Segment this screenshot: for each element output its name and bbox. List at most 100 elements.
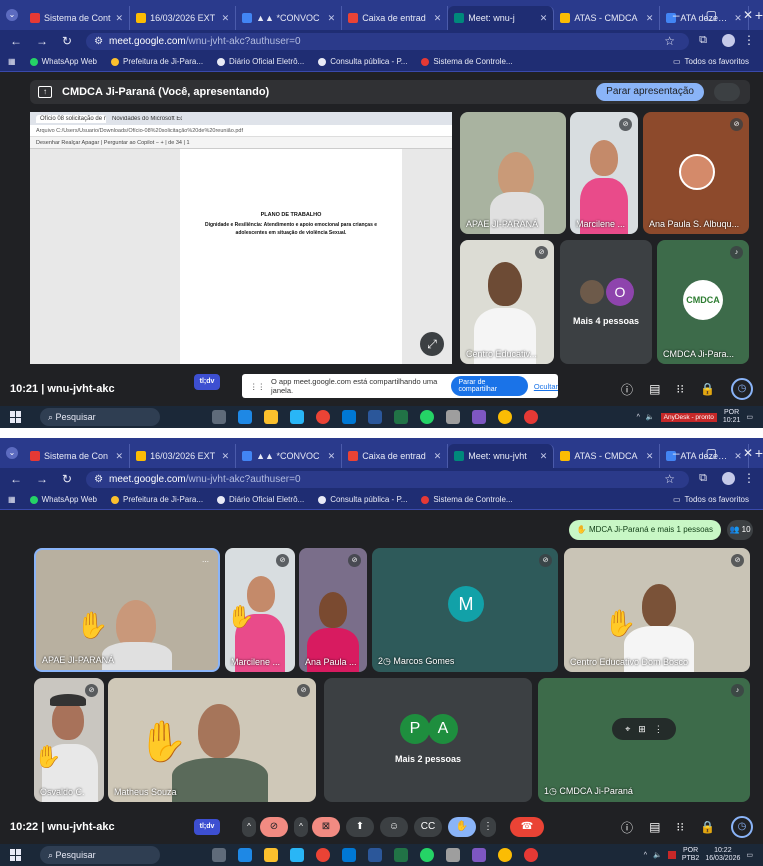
- participant-tile[interactable]: M ⊘ 2◷ Marcos Gomes: [372, 548, 558, 672]
- edge-icon[interactable]: [238, 848, 252, 862]
- back-icon[interactable]: ←: [10, 34, 22, 48]
- tray-arrow-icon[interactable]: ^: [644, 852, 647, 859]
- bookmark-item[interactable]: WhatsApp Web: [29, 495, 97, 504]
- browser-tab-active[interactable]: Meet: wnu-j ✕: [448, 6, 555, 30]
- tab-search-icon[interactable]: ⌄: [6, 447, 18, 459]
- notifications-icon[interactable]: ▭: [746, 413, 753, 421]
- taskbar-clock[interactable]: POR 10:21: [723, 409, 741, 425]
- reload-icon[interactable]: ↻: [62, 34, 72, 48]
- raise-hand-button[interactable]: ✋: [448, 817, 476, 837]
- emoji-reaction-button[interactable]: ☺: [380, 817, 408, 837]
- audio-options-chevron[interactable]: ^: [242, 817, 256, 837]
- bookmark-item[interactable]: Consulta pública - P...: [318, 57, 407, 66]
- stop-presenting-button[interactable]: Parar apresentação: [596, 83, 704, 101]
- new-tab-icon[interactable]: +: [755, 7, 763, 23]
- task-view-icon[interactable]: [212, 410, 226, 424]
- anydesk-status[interactable]: AnyDesk - pronto: [660, 412, 717, 422]
- browser-tab-active[interactable]: Meet: wnu-jvht ✕: [448, 444, 555, 468]
- forward-icon[interactable]: →: [36, 34, 48, 48]
- participant-tile[interactable]: CMDCA ♪ CMDCA Ji-Para...: [657, 240, 749, 364]
- activities-icon[interactable]: ⁝⁝: [676, 820, 684, 834]
- present-to-tile-icon[interactable]: ⊞: [638, 724, 646, 735]
- site-info-icon[interactable]: ⚙: [94, 36, 103, 47]
- companion-icon[interactable]: ◷: [731, 816, 753, 838]
- leave-call-button[interactable]: ☎: [510, 817, 544, 837]
- chat-icon[interactable]: ▤: [649, 382, 660, 396]
- taskbar-search[interactable]: ⌕ Pesquisar: [40, 408, 160, 426]
- browser-tab[interactable]: Caixa de entrad ✕: [342, 444, 449, 468]
- tab-search-icon[interactable]: ⌄: [6, 9, 18, 21]
- apps-grid-icon[interactable]: ▦: [8, 495, 16, 504]
- outlook-icon[interactable]: [342, 410, 356, 424]
- participant-tile[interactable]: ✋ ⊘ Centro Educativo Dom Bosco: [564, 548, 750, 672]
- new-tab-icon[interactable]: +: [755, 445, 763, 461]
- task-view-icon[interactable]: [212, 848, 226, 862]
- participant-tile[interactable]: ✋ ⊘ Matheus Souza: [108, 678, 316, 802]
- taskbar-search[interactable]: ⌕ Pesquisar: [40, 846, 160, 864]
- profile-avatar[interactable]: [722, 34, 735, 47]
- extensions-icon[interactable]: ⧉: [699, 472, 707, 485]
- extensions-icon[interactable]: ⧉: [699, 34, 707, 47]
- chrome-icon[interactable]: [316, 848, 330, 862]
- more-options-icon[interactable]: ⋮: [654, 724, 663, 735]
- chat-icon[interactable]: ▤: [649, 820, 660, 834]
- bookmark-item[interactable]: Diário Oficial Eletrô...: [217, 57, 304, 66]
- info-icon[interactable]: ⓘ: [621, 381, 633, 398]
- companion-icon[interactable]: ◷: [731, 378, 753, 400]
- store-icon[interactable]: [290, 410, 304, 424]
- more-options-icon[interactable]: ⋯: [199, 556, 212, 569]
- word-icon[interactable]: [368, 848, 382, 862]
- close-tab-icon[interactable]: ✕: [222, 451, 230, 462]
- store-icon[interactable]: [290, 848, 304, 862]
- browser-tab[interactable]: Sistema de Cont ✕: [24, 6, 131, 30]
- participant-tile[interactable]: ⊘ Ana Paula S. Albuqu...: [643, 112, 749, 234]
- browser-tab[interactable]: ATAS - CMDCA ✕: [554, 6, 661, 30]
- maximize-icon[interactable]: ▢: [706, 8, 717, 22]
- word-icon[interactable]: [368, 410, 382, 424]
- browser-tab[interactable]: ATAS - CMDCA ✕: [554, 444, 661, 468]
- browser-tab[interactable]: ▲▲ *CONVOC ✕: [236, 6, 343, 30]
- forward-icon[interactable]: →: [36, 472, 48, 486]
- input-language[interactable]: POR PTB2: [682, 847, 700, 863]
- participant-tile[interactable]: ♪ ⌖ ⊞ ⋮ 1◷ CMDCA Ji-Paraná: [538, 678, 750, 802]
- bookmark-item[interactable]: Sistema de Controle...: [421, 57, 513, 66]
- chrome-icon[interactable]: [498, 848, 512, 862]
- more-people-tile[interactable]: O Mais 4 pessoas: [560, 240, 652, 364]
- effects-toggle[interactable]: [714, 83, 740, 101]
- profile-avatar[interactable]: [722, 472, 735, 485]
- windows-start-icon[interactable]: [10, 411, 22, 423]
- close-tab-icon[interactable]: ✕: [434, 13, 442, 24]
- mic-toggle-button[interactable]: ⊘: [260, 817, 288, 837]
- maximize-icon[interactable]: ▢: [706, 446, 717, 460]
- volume-icon[interactable]: 🔈: [653, 851, 662, 859]
- browser-tab[interactable]: 16/03/2026 EXT ✕: [130, 6, 237, 30]
- host-controls-icon[interactable]: 🔒: [700, 820, 715, 834]
- chrome-icon[interactable]: [316, 410, 330, 424]
- more-people-tile[interactable]: P A Mais 2 pessoas: [324, 678, 532, 802]
- video-options-chevron[interactable]: ^: [294, 817, 308, 837]
- close-tab-icon[interactable]: ✕: [222, 13, 230, 24]
- participant-tile[interactable]: ⊘ Marcilene ...: [570, 112, 638, 234]
- back-icon[interactable]: ←: [10, 472, 22, 486]
- close-tab-icon[interactable]: ✕: [328, 13, 336, 24]
- chrome-icon[interactable]: [498, 410, 512, 424]
- excel-icon[interactable]: [394, 410, 408, 424]
- all-bookmarks-folder[interactable]: ▭ Todos os favoritos: [673, 57, 749, 66]
- bookmark-item[interactable]: Diário Oficial Eletrô...: [217, 495, 304, 504]
- close-tab-icon[interactable]: ✕: [540, 451, 548, 462]
- participant-tile[interactable]: ✋ ⊘ Marcilene ...: [225, 548, 295, 672]
- app-icon[interactable]: [524, 410, 538, 424]
- tray-arrow-icon[interactable]: ^: [637, 414, 640, 421]
- captions-button[interactable]: CC: [414, 817, 442, 837]
- camera-toggle-button[interactable]: ⊠: [312, 817, 340, 837]
- participant-tile[interactable]: ✋ ⊘ Osvaldo C.: [34, 678, 104, 802]
- hide-notice-link[interactable]: Ocultar: [534, 382, 558, 391]
- participant-tile[interactable]: APAE JI-PARANÁ: [460, 112, 566, 234]
- bookmark-star-icon[interactable]: ☆: [664, 34, 675, 48]
- file-explorer-icon[interactable]: [264, 848, 278, 862]
- close-window-icon[interactable]: ✕: [743, 446, 753, 460]
- tldv-extension-button[interactable]: tl;dv: [194, 819, 220, 835]
- notifications-icon[interactable]: ▭: [746, 851, 753, 859]
- minimize-icon[interactable]: –: [673, 8, 680, 22]
- all-bookmarks-folder[interactable]: ▭ Todos os favoritos: [673, 495, 749, 504]
